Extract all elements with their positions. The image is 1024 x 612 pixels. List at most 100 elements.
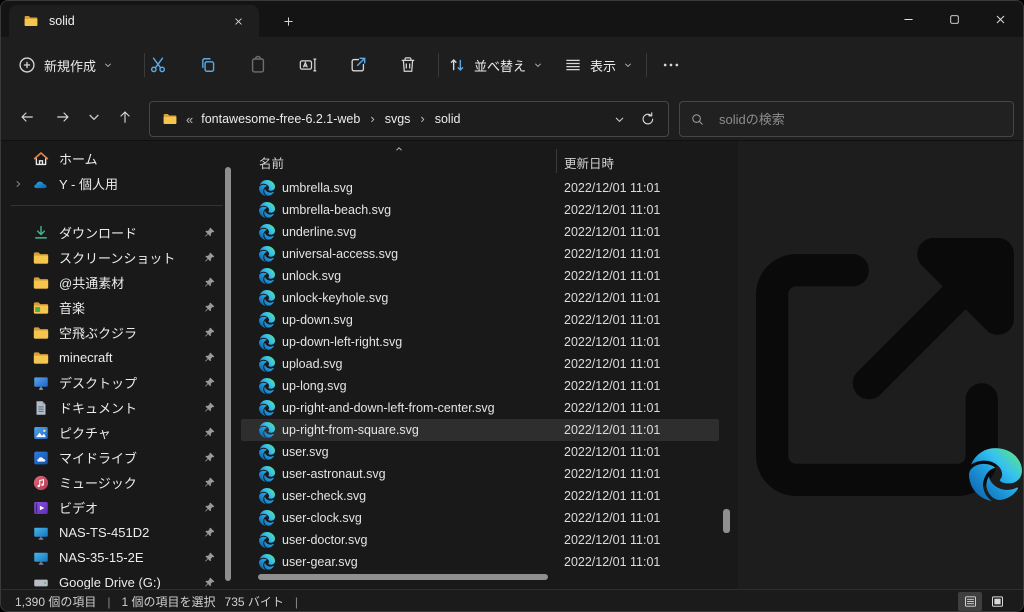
sidebar-item-google-drive[interactable]: Google Drive (G:) [3, 570, 231, 589]
pin-icon [203, 376, 216, 389]
sidebar-item-common-assets[interactable]: @共通素材 [3, 270, 231, 295]
column-header-date-modified[interactable]: 更新日時 [564, 153, 614, 172]
navigation-pane: ホーム Y - 個人用ダウンロードスクリーンショット @共通素材音楽空飛ぶクジラmi… [1, 141, 233, 589]
refresh-button[interactable] [640, 111, 656, 127]
file-name: universal-access.svg [282, 247, 398, 261]
file-row[interactable]: umbrella.svg2022/12/01 11:01 [241, 177, 719, 199]
pin-icon [203, 326, 216, 339]
search-input[interactable] [717, 111, 1003, 128]
close-window-button[interactable] [977, 1, 1023, 37]
breadcrumb-separator-icon[interactable]: › [364, 111, 380, 126]
edge-file-icon [259, 290, 275, 306]
file-row[interactable]: user-astronaut.svg2022/12/01 11:01 [241, 463, 719, 485]
file-row[interactable]: unlock-keyhole.svg2022/12/01 11:01 [241, 287, 719, 309]
file-row[interactable]: universal-access.svg2022/12/01 11:01 [241, 243, 719, 265]
recent-locations-button[interactable] [79, 102, 109, 132]
sidebar-item-videos[interactable]: ビデオ [3, 495, 231, 520]
sidebar-item-home[interactable]: ホーム [3, 146, 231, 171]
tab-solid[interactable]: solid [9, 5, 259, 37]
videos-icon [32, 499, 50, 517]
breadcrumb-segment[interactable]: svgs [381, 109, 415, 129]
file-row[interactable]: up-right-from-square.svg2022/12/01 11:01 [241, 419, 719, 441]
chevron-right-icon[interactable] [9, 179, 26, 189]
sidebar-item-label: ホーム [59, 149, 98, 168]
sidebar-item-documents[interactable]: ドキュメント [3, 395, 231, 420]
up-button[interactable] [110, 102, 140, 132]
file-row[interactable]: up-down-left-right.svg2022/12/01 11:01 [241, 331, 719, 353]
back-button[interactable] [12, 102, 42, 132]
address-dropdown-button[interactable] [613, 113, 626, 126]
file-name: unlock-keyhole.svg [282, 291, 388, 305]
vertical-scrollbar[interactable] [723, 509, 730, 533]
breadcrumb-separator-icon[interactable]: › [414, 111, 430, 126]
sidebar-item-label: NAS-TS-451D2 [59, 525, 149, 540]
sidebar-item-pictures[interactable]: ピクチャ [3, 420, 231, 445]
plus-circle-icon [17, 55, 37, 75]
more-options-button[interactable] [653, 47, 689, 83]
horizontal-scrollbar[interactable] [258, 574, 548, 580]
delete-button[interactable] [388, 47, 428, 83]
trash-icon [398, 55, 418, 75]
pin-icon [203, 576, 216, 589]
file-date-modified: 2022/12/01 11:01 [564, 379, 660, 393]
file-row[interactable]: underline.svg2022/12/01 11:01 [241, 221, 719, 243]
close-tab-button[interactable] [225, 9, 251, 33]
sidebar-item-my-drive[interactable]: マイドライブ [3, 445, 231, 470]
file-row[interactable]: up-down.svg2022/12/01 11:01 [241, 309, 719, 331]
file-name: underline.svg [282, 225, 356, 239]
file-name: user-astronaut.svg [282, 467, 386, 481]
breadcrumb-collapsed-indicator[interactable]: « [186, 112, 193, 127]
sidebar-item-label: @共通素材 [59, 273, 124, 292]
edge-file-icon [259, 510, 275, 526]
new-tab-button[interactable] [273, 9, 303, 33]
details-view-button[interactable] [958, 592, 982, 611]
sidebar-scrollbar[interactable] [225, 167, 231, 581]
sidebar-item-minecraft[interactable]: minecraft [3, 345, 231, 370]
pictures-icon [32, 424, 50, 442]
sidebar-item-onedrive-personal[interactable]: Y - 個人用 [3, 171, 231, 196]
sidebar-item-music-folder[interactable]: 音楽 [3, 295, 231, 320]
sidebar-item-music[interactable]: ミュージック [3, 470, 231, 495]
column-header-name[interactable]: 名前 [259, 153, 284, 172]
column-divider[interactable] [556, 149, 557, 173]
sort-button[interactable]: 並べ替え [447, 47, 543, 83]
new-button[interactable]: 新規作成 [17, 47, 113, 83]
file-row[interactable]: user-doctor.svg2022/12/01 11:01 [241, 529, 719, 551]
file-row[interactable]: umbrella-beach.svg2022/12/01 11:01 [241, 199, 719, 221]
file-row[interactable]: unlock.svg2022/12/01 11:01 [241, 265, 719, 287]
cut-button[interactable] [138, 47, 178, 83]
sidebar-item-nas-35-15-2e[interactable]: NAS-35-15-2E [3, 545, 231, 570]
minimize-button[interactable] [885, 1, 931, 37]
sidebar-item-desktop[interactable]: デスクトップ [3, 370, 231, 395]
file-row[interactable]: upload.svg2022/12/01 11:01 [241, 353, 719, 375]
chevron-down-icon [103, 60, 113, 70]
file-name: user.svg [282, 445, 329, 459]
copy-button[interactable] [188, 47, 228, 83]
file-name: user-check.svg [282, 489, 366, 503]
large-icons-view-button[interactable] [985, 592, 1009, 611]
file-row[interactable]: user-clock.svg2022/12/01 11:01 [241, 507, 719, 529]
share-button[interactable] [338, 47, 378, 83]
breadcrumb-segment[interactable]: fontawesome-free-6.2.1-web [197, 109, 364, 129]
file-row[interactable]: user-gear.svg2022/12/01 11:01 [241, 551, 719, 573]
file-date-modified: 2022/12/01 11:01 [564, 181, 660, 195]
paste-button[interactable] [238, 47, 278, 83]
forward-button[interactable] [48, 102, 78, 132]
sidebar-item-downloads[interactable]: ダウンロード [3, 220, 231, 245]
sidebar-item-flying-whale[interactable]: 空飛ぶクジラ [3, 320, 231, 345]
maximize-button[interactable] [931, 1, 977, 37]
file-row[interactable]: up-long.svg2022/12/01 11:01 [241, 375, 719, 397]
window-controls [885, 1, 1023, 37]
file-row[interactable]: user.svg2022/12/01 11:01 [241, 441, 719, 463]
rename-button[interactable] [288, 47, 328, 83]
edge-file-icon [259, 202, 275, 218]
pin-icon [203, 251, 216, 264]
file-row[interactable]: up-right-and-down-left-from-center.svg20… [241, 397, 719, 419]
file-row[interactable]: user-check.svg2022/12/01 11:01 [241, 485, 719, 507]
folder-icon [32, 324, 50, 342]
sidebar-item-nas-ts-451d2[interactable]: NAS-TS-451D2 [3, 520, 231, 545]
sidebar-item-screenshots[interactable]: スクリーンショット [3, 245, 231, 270]
breadcrumb-segment[interactable]: solid [431, 109, 465, 129]
address-bar[interactable]: « fontawesome-free-6.2.1-web›svgs›solid [149, 101, 669, 137]
view-button[interactable]: 表示 [563, 47, 633, 83]
